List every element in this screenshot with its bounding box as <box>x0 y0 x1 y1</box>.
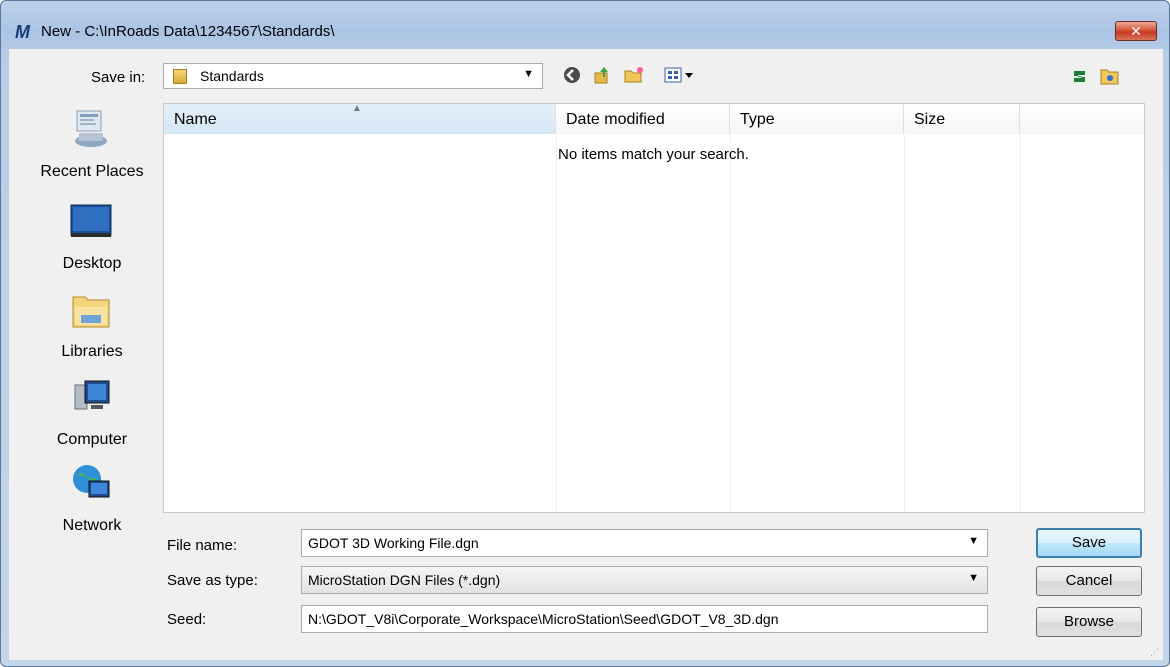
seed-value: N:\GDOT_V8i\Corporate_Workspace\MicroSta… <box>308 611 779 627</box>
file-name-label: File name: <box>167 537 238 554</box>
close-button[interactable]: ✕ <box>1115 21 1157 41</box>
chevron-down-icon: ▼ <box>523 68 534 80</box>
file-name-input[interactable]: GDOT 3D Working File.dgn ▼ <box>301 529 988 557</box>
save-in-value: Standards <box>200 68 264 84</box>
column-header-name[interactable]: Name ▲ <box>164 103 556 134</box>
column-header-type[interactable]: Type <box>730 104 904 134</box>
column-header-size[interactable]: Size <box>904 104 1020 134</box>
save-dialog-window: M New - C:\InRoads Data\1234567\Standard… <box>0 0 1170 667</box>
place-label: Desktop <box>62 255 122 272</box>
place-desktop[interactable]: Desktop <box>25 199 159 279</box>
app-icon: M <box>15 22 30 42</box>
desktop-icon <box>69 199 113 239</box>
save-as-type-value: MicroStation DGN Files (*.dgn) <box>308 572 501 588</box>
column-divider <box>556 134 557 512</box>
view-menu-icon[interactable] <box>661 65 701 87</box>
browse-folder-icon[interactable] <box>1099 65 1121 87</box>
column-header-label: Name <box>174 111 217 128</box>
resize-grip-icon[interactable]: ⋰ <box>1150 647 1159 658</box>
folder-icon <box>173 69 187 84</box>
save-as-type-select[interactable]: MicroStation DGN Files (*.dgn) ▼ <box>301 566 988 594</box>
place-network[interactable]: Network <box>25 461 159 541</box>
column-header-label: Size <box>914 111 946 128</box>
place-recent-places[interactable]: Recent Places <box>25 107 159 187</box>
seed-input[interactable]: N:\GDOT_V8i\Corporate_Workspace\MicroSta… <box>301 605 988 633</box>
save-in-label: Save in: <box>91 69 146 86</box>
chevron-down-icon: ▼ <box>968 572 979 584</box>
place-label: Network <box>62 517 122 534</box>
column-divider <box>730 134 731 512</box>
recent-places-icon <box>69 107 113 147</box>
column-header-label: Date modified <box>566 111 665 128</box>
back-icon[interactable] <box>561 65 583 87</box>
sort-ascending-icon: ▲ <box>352 103 362 114</box>
refresh-icon[interactable] <box>1069 65 1091 87</box>
place-label: Recent Places <box>40 163 144 180</box>
save-as-type-label: Save as type: <box>167 572 258 589</box>
column-header-label: Type <box>740 111 775 128</box>
seed-label: Seed: <box>167 611 207 628</box>
title-bar[interactable]: M New - C:\InRoads Data\1234567\Standard… <box>1 1 1169 45</box>
empty-list-message: No items match your search. <box>558 146 749 163</box>
place-computer[interactable]: Computer <box>25 375 159 455</box>
column-divider <box>904 134 905 512</box>
save-button[interactable]: Save <box>1036 528 1142 558</box>
up-folder-icon[interactable] <box>591 65 613 87</box>
browse-button[interactable]: Browse <box>1036 607 1142 637</box>
new-folder-icon[interactable] <box>623 65 645 87</box>
column-header-filler <box>1020 104 1144 134</box>
place-libraries[interactable]: Libraries <box>25 287 159 367</box>
computer-icon <box>69 375 113 415</box>
column-divider <box>1020 134 1021 512</box>
places-bar: Recent Places Desktop Libraries Computer… <box>25 103 159 534</box>
window-title: New - C:\InRoads Data\1234567\Standards\ <box>41 23 335 40</box>
file-name-value: GDOT 3D Working File.dgn <box>308 535 479 551</box>
column-header-date-modified[interactable]: Date modified <box>556 104 730 134</box>
chevron-down-icon[interactable]: ▼ <box>968 535 979 547</box>
libraries-icon <box>69 287 113 328</box>
place-label: Computer <box>56 431 128 448</box>
cancel-button[interactable]: Cancel <box>1036 566 1142 596</box>
save-in-dropdown[interactable]: Standards ▼ <box>163 63 543 89</box>
file-list[interactable]: Name ▲ Date modified Type Size No items … <box>163 103 1145 513</box>
network-icon <box>69 461 113 501</box>
place-label: Libraries <box>61 343 123 360</box>
